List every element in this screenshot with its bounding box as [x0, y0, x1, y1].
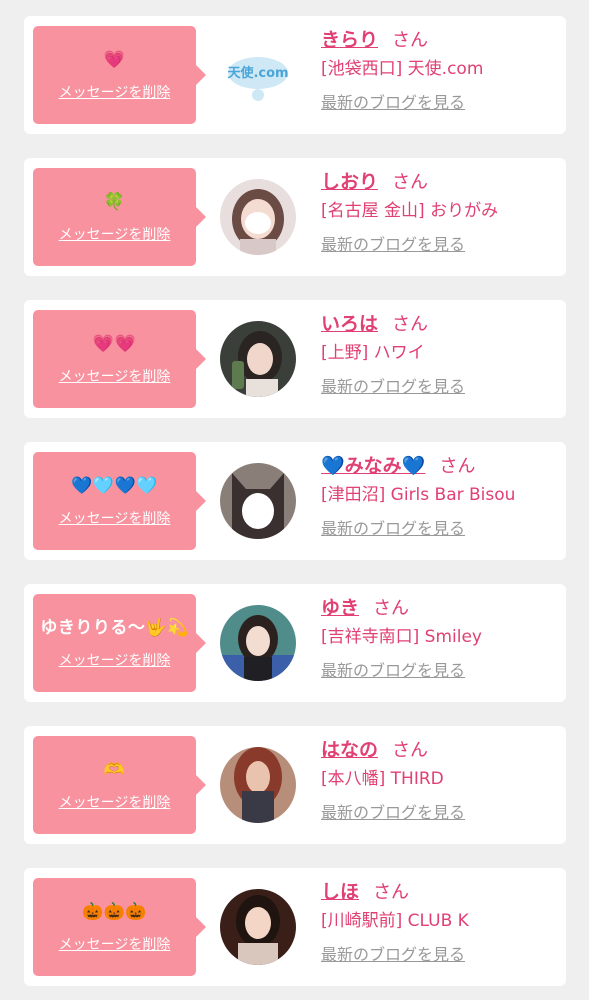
shop-label: [吉祥寺南口] Smiley [321, 627, 482, 647]
view-latest-blog-link[interactable]: 最新のブログを見る [321, 657, 465, 681]
avatar-logo: 天使.com [227, 65, 288, 81]
message-text: 🫶 [103, 760, 126, 780]
view-latest-blog-link[interactable]: 最新のブログを見る [321, 515, 465, 539]
honorific: さん [373, 598, 410, 619]
message-card: 🍀 メッセージを削除 しおり さん [名古屋 金山] おりがみ 最新のブログを見る [24, 158, 566, 276]
profile-info: ゆき さん [吉祥寺南口] Smiley 最新のブログを見る [321, 594, 561, 681]
profile-name-link[interactable]: はなの [321, 739, 378, 761]
delete-message-link[interactable]: メッセージを削除 [59, 650, 171, 670]
message-text: 🍀 [103, 192, 126, 212]
profile-info: はなの さん [本八幡] THIRD 最新のブログを見る [321, 736, 561, 823]
view-latest-blog-link[interactable]: 最新のブログを見る [321, 231, 465, 255]
profile-info: しほ さん [川崎駅前] CLUB K 最新のブログを見る [321, 878, 561, 965]
avatar[interactable] [220, 321, 296, 397]
message-list: 💗 メッセージを削除 天使.com きらり さん [池袋西口] 天使.com 最新… [0, 0, 589, 1000]
message-bubble: 💗 メッセージを削除 [33, 26, 206, 124]
shop-label: [池袋西口] 天使.com [321, 59, 484, 79]
profile-info: きらり さん [池袋西口] 天使.com 最新のブログを見る [321, 26, 561, 113]
message-card: 🫶 メッセージを削除 はなの さん [本八幡] THIRD 最新のブログを見る [24, 726, 566, 844]
avatar[interactable] [220, 747, 296, 823]
shop-label: [名古屋 金山] おりがみ [321, 201, 499, 221]
honorific: さん [392, 314, 429, 335]
message-text: 🎃🎃🎃 [81, 902, 147, 922]
profile-name-link[interactable]: しおり [321, 171, 378, 193]
profile-info: いろは さん [上野] ハワイ 最新のブログを見る [321, 310, 561, 397]
delete-message-link[interactable]: メッセージを削除 [59, 224, 171, 244]
honorific: さん [373, 882, 410, 903]
delete-message-link[interactable]: メッセージを削除 [59, 934, 171, 954]
message-card: 💗💗 メッセージを削除 いろは さん [上野] ハワイ 最新のブログを見る [24, 300, 566, 418]
view-latest-blog-link[interactable]: 最新のブログを見る [321, 799, 465, 823]
shop-label: [津田沼] Girls Bar Bisou [321, 485, 516, 505]
shop-label: [川崎駅前] CLUB K [321, 911, 469, 931]
message-bubble: 💙🩵💙🩵 メッセージを削除 [33, 452, 206, 550]
delete-message-link[interactable]: メッセージを削除 [59, 792, 171, 812]
message-card: ゆきりりる〜🤟💫 メッセージを削除 ゆき さん [吉祥寺南口] Smiley 最新… [24, 584, 566, 702]
view-latest-blog-link[interactable]: 最新のブログを見る [321, 941, 465, 965]
view-latest-blog-link[interactable]: 最新のブログを見る [321, 373, 465, 397]
profile-name-link[interactable]: しほ [321, 881, 359, 903]
honorific: さん [439, 456, 476, 477]
message-text: ゆきりりる〜🤟💫 [40, 618, 189, 638]
message-bubble: 🍀 メッセージを削除 [33, 168, 206, 266]
message-card: 💙🩵💙🩵 メッセージを削除 💙みなみ💙 さん [津田沼] Girls Bar Bi… [24, 442, 566, 560]
message-card: 💗 メッセージを削除 天使.com きらり さん [池袋西口] 天使.com 最新… [24, 16, 566, 134]
profile-name-link[interactable]: いろは [321, 313, 378, 335]
avatar[interactable]: 天使.com [220, 37, 296, 113]
message-bubble: 🎃🎃🎃 メッセージを削除 [33, 878, 206, 976]
profile-info: 💙みなみ💙 さん [津田沼] Girls Bar Bisou 最新のブログを見る [321, 452, 561, 539]
delete-message-link[interactable]: メッセージを削除 [59, 508, 171, 528]
honorific: さん [392, 172, 429, 193]
profile-name-link[interactable]: きらり [321, 29, 378, 51]
message-text: 💗💗 [92, 334, 137, 354]
avatar[interactable] [220, 179, 296, 255]
shop-label: [上野] ハワイ [321, 343, 425, 363]
avatar[interactable] [220, 463, 296, 539]
message-text: 💙🩵💙🩵 [71, 476, 158, 496]
avatar[interactable] [220, 605, 296, 681]
message-card: 🎃🎃🎃 メッセージを削除 しほ さん [川崎駅前] CLUB K 最新のブログを見… [24, 868, 566, 986]
message-bubble: 💗💗 メッセージを削除 [33, 310, 206, 408]
honorific: さん [392, 740, 429, 761]
profile-info: しおり さん [名古屋 金山] おりがみ 最新のブログを見る [321, 168, 561, 255]
message-bubble: ゆきりりる〜🤟💫 メッセージを削除 [33, 594, 206, 692]
view-latest-blog-link[interactable]: 最新のブログを見る [321, 89, 465, 113]
delete-message-link[interactable]: メッセージを削除 [59, 366, 171, 386]
message-bubble: 🫶 メッセージを削除 [33, 736, 206, 834]
profile-name-link[interactable]: ゆき [321, 597, 359, 619]
delete-message-link[interactable]: メッセージを削除 [59, 82, 171, 102]
shop-label: [本八幡] THIRD [321, 769, 444, 789]
avatar[interactable] [220, 889, 296, 965]
profile-name-link[interactable]: 💙みなみ💙 [321, 455, 425, 477]
message-text: 💗 [103, 50, 126, 70]
honorific: さん [392, 30, 429, 51]
